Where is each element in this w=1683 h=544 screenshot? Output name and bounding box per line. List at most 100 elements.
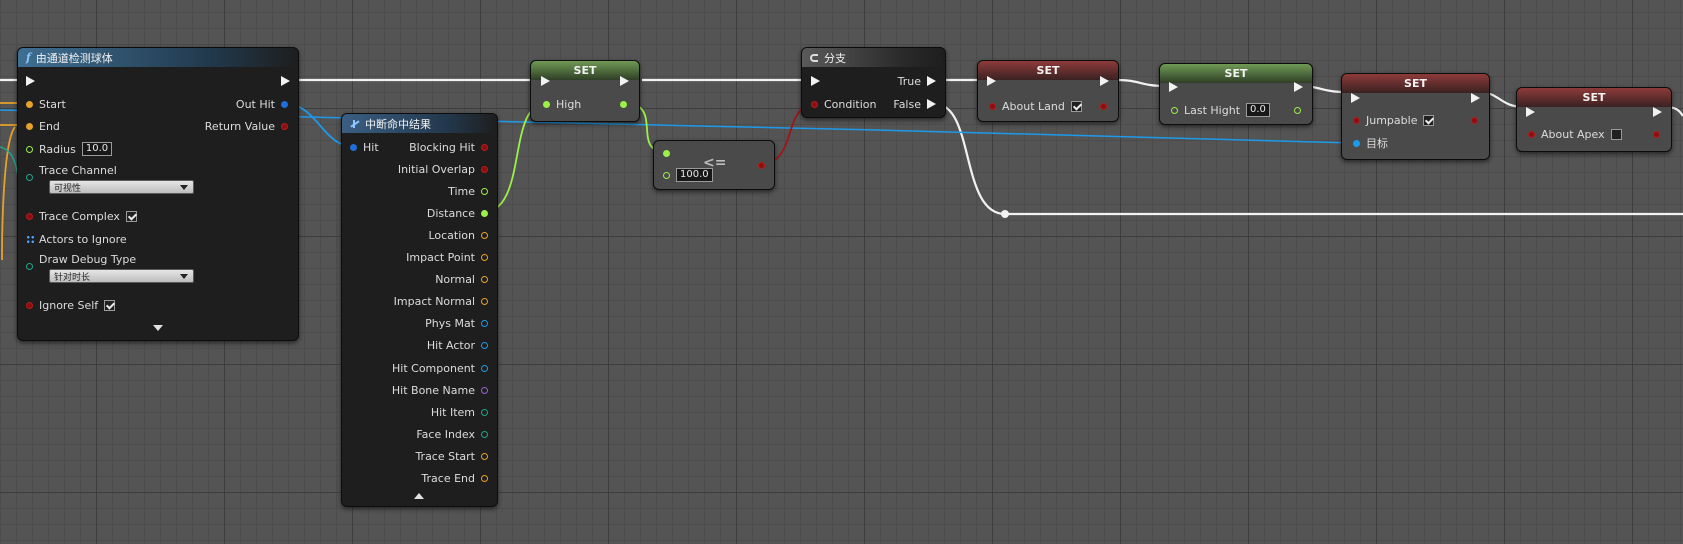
exec-out-pin[interactable] [1653, 103, 1662, 121]
draw-debug-dropdown[interactable]: 针对时长 [49, 269, 194, 283]
target-pin[interactable]: 目标 [1353, 134, 1388, 152]
bool-pin-icon [26, 301, 33, 309]
high-input-pin[interactable]: High [543, 95, 581, 113]
break-output-pin[interactable]: Normal [435, 271, 488, 289]
break-output-pin[interactable]: Blocking Hit [409, 138, 488, 156]
true-label: True [897, 74, 921, 88]
bool-pin-icon [989, 102, 996, 110]
break-output-pin[interactable]: Initial Overlap [398, 160, 488, 178]
exec-arrow-icon [1294, 82, 1303, 92]
set-about-apex-header[interactable]: SET [1517, 88, 1671, 107]
break-output-pin[interactable]: Hit Actor [427, 337, 488, 355]
collapse-arrow-icon[interactable] [414, 493, 424, 499]
break-output-pin[interactable]: Location [428, 226, 488, 244]
break-output-pin[interactable]: Trace Start [415, 447, 488, 465]
condition-pin[interactable]: Condition [811, 95, 877, 113]
jumpable-checkbox[interactable] [1423, 114, 1435, 126]
last-hight-output-pin[interactable] [1294, 101, 1301, 119]
exec-in-pin[interactable] [1351, 89, 1360, 107]
trace-complex-checkbox[interactable] [125, 210, 137, 222]
trace-complex-pin[interactable]: Trace Complex [26, 207, 137, 225]
break-output-pin[interactable]: Trace End [421, 470, 488, 488]
high-output-pin[interactable] [620, 95, 627, 113]
branch-header[interactable]: 分支 [802, 48, 945, 67]
true-exec-pin[interactable]: True [898, 72, 936, 90]
set-last-hight-header[interactable]: SET [1160, 64, 1312, 83]
false-exec-pin[interactable]: False [893, 95, 936, 113]
radius-pin[interactable]: Radius 10.0 [26, 140, 113, 158]
exec-out-pin[interactable] [1294, 78, 1303, 96]
actors-to-ignore-pin[interactable]: Actors to Ignore [26, 230, 127, 248]
break-output-label: Impact Normal [393, 295, 475, 309]
compare-a-pin[interactable] [663, 144, 670, 162]
end-pin[interactable]: End [26, 117, 60, 135]
break-output-pin[interactable]: Hit Bone Name [392, 381, 488, 399]
compare-output-pin[interactable] [758, 156, 765, 174]
exec-in-pin[interactable] [26, 72, 35, 90]
set-high-node[interactable]: SET High [530, 60, 640, 122]
sphere-trace-node[interactable]: f 由通道检测球体 Start End Radius 10.0 Trace Ch… [17, 47, 299, 341]
about-apex-checkbox[interactable] [1610, 128, 1622, 140]
bool-pin-icon [758, 161, 765, 169]
exec-out-pin[interactable] [1100, 72, 1109, 90]
condition-label: Condition [824, 97, 877, 111]
break-output-pin[interactable]: Time [448, 182, 488, 200]
trace-channel-dropdown[interactable]: 可视性 [49, 180, 194, 194]
exec-in-pin[interactable] [1169, 78, 1178, 96]
about-land-pin[interactable]: About Land [989, 97, 1082, 115]
about-land-output-pin[interactable] [1100, 97, 1107, 115]
less-equal-node[interactable]: 100.0 <= [653, 140, 775, 190]
jumpable-label: Jumpable [1366, 113, 1418, 127]
ignore-self-checkbox[interactable] [104, 299, 116, 311]
set-about-land-node[interactable]: SET About Land [977, 60, 1119, 122]
break-hit-result-node[interactable]: 中断命中结果 Hit Blocking Hit Initial Overlap Ti… [341, 113, 498, 507]
draw-debug-pin[interactable]: Draw Debug Type [26, 252, 136, 270]
struct-pin-icon [26, 100, 33, 108]
set-about-land-header[interactable]: SET [978, 61, 1118, 80]
enum-pin-icon [26, 262, 33, 270]
function-icon: f [26, 51, 31, 64]
jumpable-output-pin[interactable] [1471, 111, 1478, 129]
set-jumpable-header[interactable]: SET [1342, 74, 1489, 93]
break-output-pin[interactable]: Phys Mat [425, 315, 488, 333]
break-output-pin[interactable]: Impact Point [406, 249, 488, 267]
branch-icon [810, 53, 818, 62]
branch-node[interactable]: 分支 Condition True False [801, 47, 946, 118]
jumpable-pin[interactable]: Jumpable [1353, 111, 1435, 129]
trace-channel-pin[interactable]: Trace Channel [26, 163, 117, 181]
about-apex-output-pin[interactable] [1653, 125, 1660, 143]
draw-debug-value: 针对时长 [54, 272, 91, 283]
branch-title: 分支 [824, 51, 846, 65]
break-output-pin[interactable]: Impact Normal [394, 293, 488, 311]
exec-out-pin[interactable] [620, 72, 629, 90]
break-output-pin[interactable]: Hit Component [392, 359, 488, 377]
last-hight-value-field[interactable]: 0.0 [1246, 103, 1270, 117]
break-output-pin[interactable]: Distance [427, 204, 488, 222]
radius-value-field[interactable]: 10.0 [81, 142, 113, 156]
object-pin-icon [481, 342, 488, 350]
sphere-trace-header[interactable]: f 由通道检测球体 [18, 48, 298, 67]
set-last-hight-node[interactable]: SET Last Hight 0.0 [1159, 63, 1313, 125]
collapse-arrow-icon[interactable] [153, 325, 163, 331]
less-equal-operator: <= [703, 155, 727, 171]
exec-in-pin[interactable] [811, 72, 820, 90]
exec-out-pin[interactable] [1471, 89, 1480, 107]
exec-out-pin[interactable] [281, 72, 290, 90]
ignore-self-pin[interactable]: Ignore Self [26, 296, 116, 314]
exec-in-pin[interactable] [1526, 103, 1535, 121]
float-pin-icon [1171, 106, 1178, 114]
about-apex-pin[interactable]: About Apex [1528, 125, 1622, 143]
about-land-checkbox[interactable] [1070, 100, 1082, 112]
hit-input-pin[interactable]: Hit [350, 138, 379, 156]
break-hit-header[interactable]: 中断命中结果 [342, 114, 497, 133]
break-output-pin[interactable]: Face Index [416, 425, 488, 443]
set-jumpable-node[interactable]: SET Jumpable 目标 [1341, 73, 1490, 160]
return-value-pin[interactable]: Return Value [205, 117, 288, 135]
break-output-pin[interactable]: Hit Item [431, 403, 488, 421]
out-hit-pin[interactable]: Out Hit [236, 95, 288, 113]
last-hight-pin[interactable]: Last Hight 0.0 [1171, 101, 1270, 119]
start-pin[interactable]: Start [26, 95, 66, 113]
set-about-apex-node[interactable]: SET About Apex [1516, 87, 1672, 152]
exec-in-pin[interactable] [987, 72, 996, 90]
exec-in-pin[interactable] [541, 72, 550, 90]
